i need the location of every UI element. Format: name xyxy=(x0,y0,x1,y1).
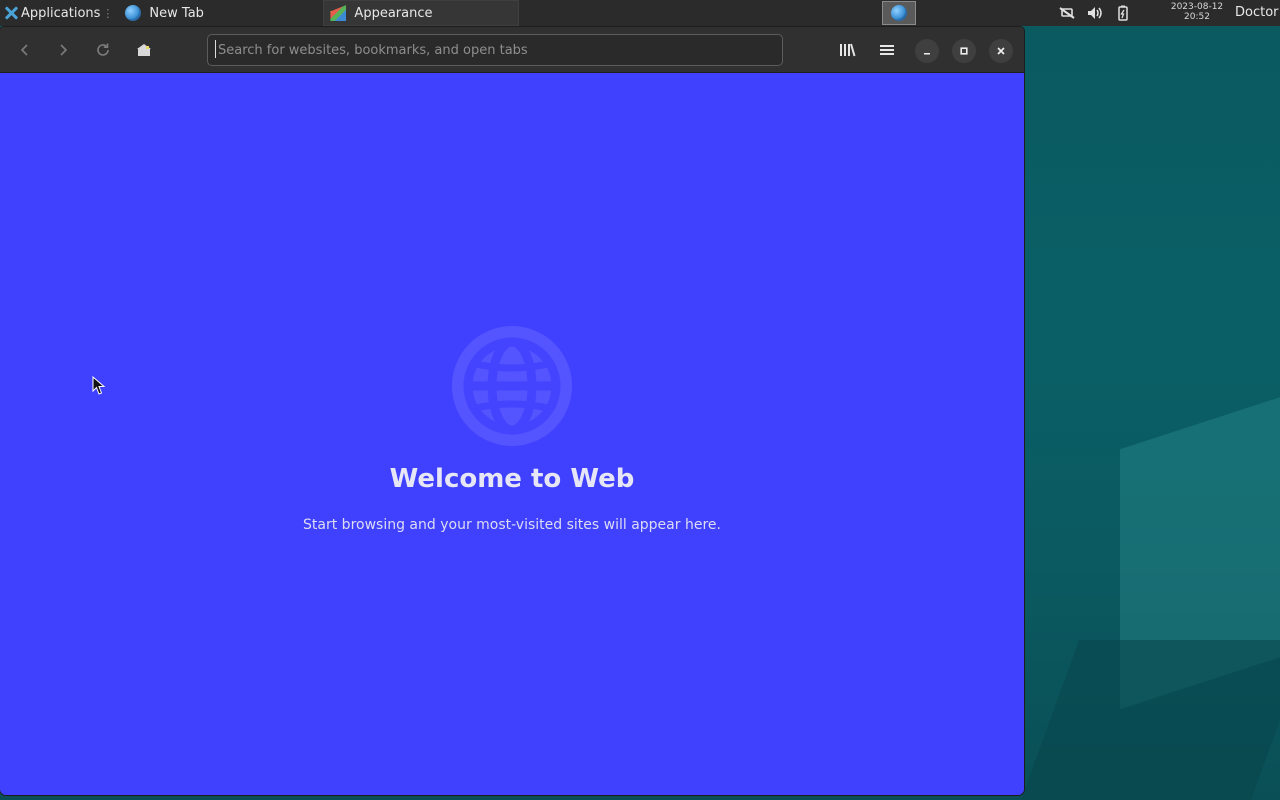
header-bar xyxy=(0,27,1024,73)
globe-icon xyxy=(125,5,142,21)
system-tray xyxy=(1058,0,1132,26)
panel-clock[interactable]: 2023-08-12 20:52 xyxy=(1166,2,1228,22)
applications-menu-button[interactable]: Applications ⋮ xyxy=(0,0,117,26)
forward-button[interactable] xyxy=(48,35,78,65)
close-icon xyxy=(997,47,1005,55)
top-panel: Applications ⋮ New Tab Appearance 2023-0… xyxy=(0,0,1280,26)
minimize-button[interactable] xyxy=(915,39,939,63)
workspace-switcher[interactable] xyxy=(882,1,916,25)
maximize-button[interactable] xyxy=(952,39,976,63)
globe-icon xyxy=(452,326,572,446)
home-button[interactable] xyxy=(129,35,159,65)
chevron-left-icon xyxy=(20,44,28,56)
taskbar-task-new-tab[interactable]: New Tab xyxy=(119,0,319,26)
new-tab-page: Welcome to Web Start browsing and your m… xyxy=(0,73,1024,795)
search-input-container[interactable] xyxy=(207,34,783,66)
taskbar-task-appearance[interactable]: Appearance xyxy=(323,0,520,26)
clock-date: 2023-08-12 xyxy=(1170,2,1224,12)
mouse-pointer-icon xyxy=(92,376,106,395)
home-icon xyxy=(137,44,151,56)
battery-icon[interactable] xyxy=(1114,5,1132,21)
browser-window: Welcome to Web Start browsing and your m… xyxy=(0,27,1024,795)
applications-menu-label: Applications xyxy=(21,5,101,21)
panel-separator: ⋮ xyxy=(102,6,114,20)
search-input[interactable] xyxy=(216,41,782,59)
globe-icon xyxy=(891,5,907,21)
xfce-logo-icon xyxy=(4,6,18,20)
maximize-icon xyxy=(960,47,968,55)
bookmarks-button[interactable] xyxy=(832,35,862,65)
task-label: New Tab xyxy=(149,5,204,21)
task-label: Appearance xyxy=(354,5,433,21)
welcome-subtitle: Start browsing and your most-visited sit… xyxy=(303,517,721,533)
back-button[interactable] xyxy=(10,35,40,65)
clock-time: 20:52 xyxy=(1184,12,1210,22)
wallpaper-shape xyxy=(1020,640,1280,800)
user-menu[interactable]: Doctor xyxy=(1235,0,1279,26)
reload-icon xyxy=(97,43,109,56)
text-caret xyxy=(215,40,216,58)
close-button[interactable] xyxy=(989,39,1013,63)
appearance-icon xyxy=(330,5,347,21)
library-icon xyxy=(840,43,856,57)
reload-button[interactable] xyxy=(88,35,118,65)
welcome-title: Welcome to Web xyxy=(389,464,635,494)
main-menu-button[interactable] xyxy=(872,35,902,65)
minimize-icon xyxy=(924,53,930,55)
network-icon[interactable] xyxy=(1058,5,1076,21)
chevron-right-icon xyxy=(60,44,68,56)
volume-icon[interactable] xyxy=(1086,5,1104,21)
hamburger-menu-icon xyxy=(880,45,894,55)
